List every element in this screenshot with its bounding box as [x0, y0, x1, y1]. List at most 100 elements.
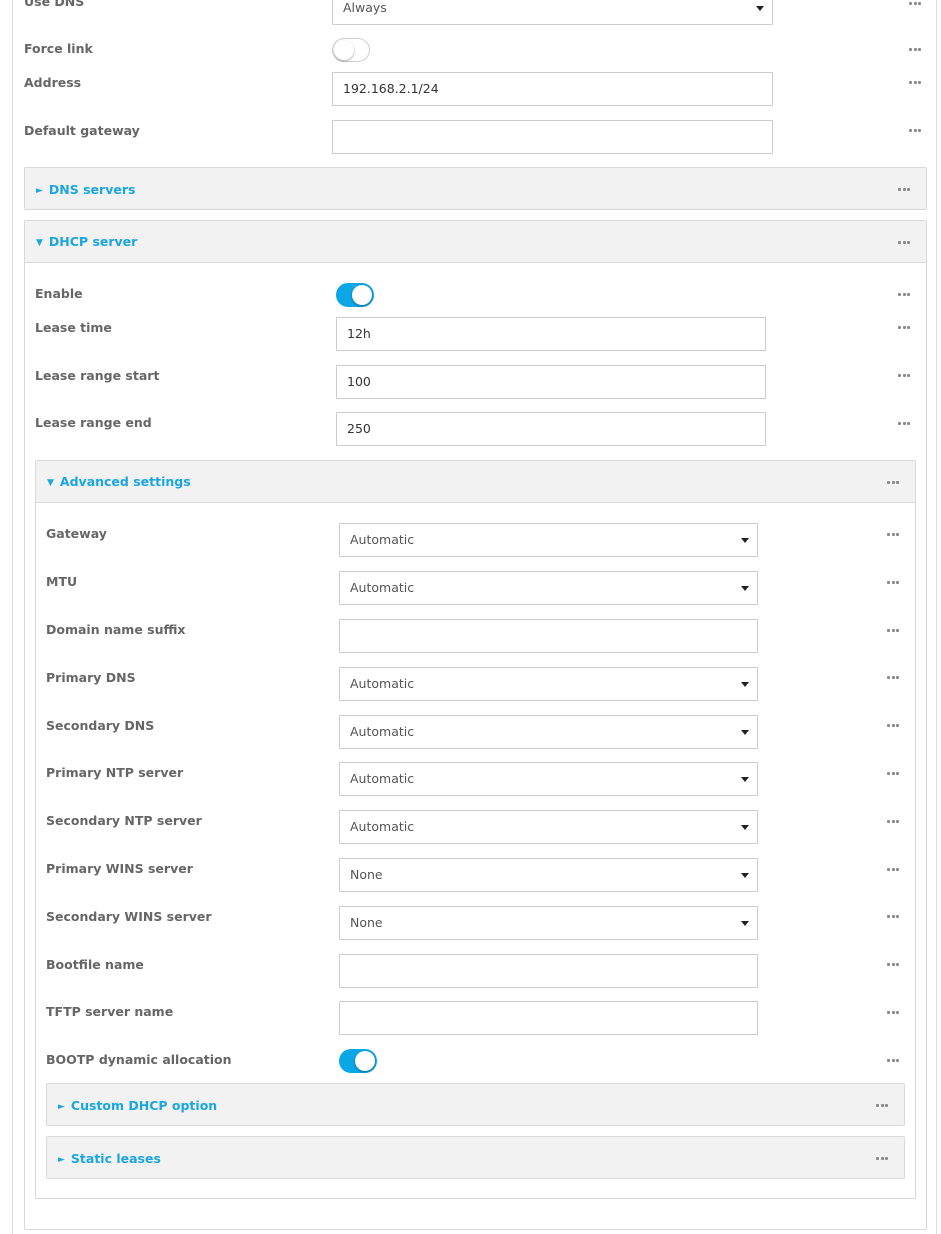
more-options-icon[interactable]	[887, 533, 899, 537]
force-link-toggle[interactable]	[332, 38, 370, 62]
more-options-icon[interactable]	[898, 188, 910, 192]
secondary-ntp-label: Secondary NTP server	[46, 813, 202, 828]
triangle-right-icon: ►	[58, 1102, 65, 1112]
toggle-knob	[334, 40, 354, 60]
custom-dhcp-option-panel: ► Custom DHCP option	[46, 1083, 905, 1126]
use-dns-value: Always	[343, 0, 387, 15]
gateway-value: Automatic	[350, 532, 415, 547]
more-options-icon[interactable]	[898, 293, 910, 297]
toggle-knob	[355, 1051, 375, 1071]
domain-name-suffix-label: Domain name suffix	[46, 622, 186, 637]
use-dns-label: Use DNS	[24, 0, 85, 9]
triangle-down-icon: ▼	[36, 238, 43, 248]
static-leases-header[interactable]: ► Static leases	[47, 1137, 904, 1178]
primary-ntp-label: Primary NTP server	[46, 765, 184, 780]
chevron-down-icon	[741, 873, 749, 878]
secondary-ntp-select[interactable]: Automatic	[339, 810, 758, 844]
more-options-icon[interactable]	[887, 724, 899, 728]
more-options-icon[interactable]	[876, 1157, 888, 1161]
primary-wins-label: Primary WINS server	[46, 861, 193, 876]
dns-servers-panel: ► DNS servers	[24, 167, 927, 210]
primary-ntp-select[interactable]: Automatic	[339, 762, 758, 796]
bootfile-name-input[interactable]	[339, 954, 758, 988]
secondary-wins-value: None	[350, 915, 383, 930]
chevron-down-icon	[741, 586, 749, 591]
more-options-icon[interactable]	[909, 81, 921, 85]
custom-dhcp-option-header[interactable]: ► Custom DHCP option	[47, 1084, 904, 1125]
gateway-select[interactable]: Automatic	[339, 523, 758, 557]
primary-dns-select[interactable]: Automatic	[339, 667, 758, 701]
secondary-wins-label: Secondary WINS server	[46, 909, 212, 924]
more-options-icon[interactable]	[887, 963, 899, 967]
mtu-select[interactable]: Automatic	[339, 571, 758, 605]
chevron-down-icon	[756, 6, 764, 11]
bootp-toggle[interactable]	[339, 1049, 377, 1073]
lease-time-input[interactable]: 12h	[336, 317, 766, 351]
more-options-icon[interactable]	[887, 1059, 899, 1063]
secondary-dns-label: Secondary DNS	[46, 718, 155, 733]
dhcp-server-header[interactable]: ▼ DHCP server	[25, 221, 926, 263]
lease-time-value: 12h	[347, 326, 371, 341]
chevron-down-icon	[741, 730, 749, 735]
triangle-right-icon: ►	[36, 186, 43, 196]
address-value: 192.168.2.1/24	[343, 81, 439, 96]
enable-label: Enable	[35, 286, 83, 301]
address-input[interactable]: 192.168.2.1/24	[332, 72, 773, 106]
lease-range-end-input[interactable]: 250	[336, 412, 766, 446]
toggle-knob	[352, 285, 372, 305]
mtu-value: Automatic	[350, 580, 415, 595]
more-options-icon[interactable]	[887, 481, 899, 485]
secondary-dns-value: Automatic	[350, 724, 415, 739]
more-options-icon[interactable]	[887, 581, 899, 585]
default-gateway-input[interactable]	[332, 120, 773, 154]
more-options-icon[interactable]	[898, 422, 910, 426]
more-options-icon[interactable]	[887, 868, 899, 872]
triangle-down-icon: ▼	[47, 478, 54, 488]
lease-range-start-value: 100	[347, 374, 371, 389]
more-options-icon[interactable]	[887, 772, 899, 776]
dns-servers-title: DNS servers	[48, 182, 136, 197]
address-label: Address	[24, 75, 82, 90]
lease-range-start-label: Lease range start	[35, 368, 160, 383]
static-leases-title: Static leases	[70, 1151, 161, 1166]
dhcp-server-title: DHCP server	[48, 234, 138, 249]
primary-wins-value: None	[350, 867, 383, 882]
lease-range-start-input[interactable]: 100	[336, 365, 766, 399]
more-options-icon[interactable]	[887, 820, 899, 824]
gateway-label: Gateway	[46, 526, 107, 541]
more-options-icon[interactable]	[876, 1104, 888, 1108]
chevron-down-icon	[741, 825, 749, 830]
use-dns-select[interactable]: Always	[332, 0, 773, 25]
lease-time-label: Lease time	[35, 320, 112, 335]
primary-wins-select[interactable]: None	[339, 858, 758, 892]
mtu-label: MTU	[46, 574, 78, 589]
chevron-down-icon	[741, 538, 749, 543]
tftp-server-name-label: TFTP server name	[46, 1004, 174, 1019]
more-options-icon[interactable]	[898, 326, 910, 330]
chevron-down-icon	[741, 682, 749, 687]
primary-dns-value: Automatic	[350, 676, 415, 691]
chevron-down-icon	[741, 921, 749, 926]
more-options-icon[interactable]	[909, 48, 921, 52]
advanced-settings-title: Advanced settings	[59, 474, 191, 489]
primary-ntp-value: Automatic	[350, 771, 415, 786]
secondary-wins-select[interactable]: None	[339, 906, 758, 940]
more-options-icon[interactable]	[887, 629, 899, 633]
more-options-icon[interactable]	[887, 915, 899, 919]
more-options-icon[interactable]	[898, 241, 910, 245]
static-leases-panel: ► Static leases	[46, 1136, 905, 1179]
secondary-ntp-value: Automatic	[350, 819, 415, 834]
more-options-icon[interactable]	[898, 374, 910, 378]
more-options-icon[interactable]	[887, 1011, 899, 1015]
more-options-icon[interactable]	[909, 129, 921, 133]
secondary-dns-select[interactable]: Automatic	[339, 715, 758, 749]
dhcp-enable-toggle[interactable]	[336, 283, 374, 307]
dns-servers-header[interactable]: ► DNS servers	[25, 168, 926, 209]
more-options-icon[interactable]	[887, 676, 899, 680]
triangle-right-icon: ►	[58, 1155, 65, 1165]
tftp-server-name-input[interactable]	[339, 1001, 758, 1035]
advanced-settings-header[interactable]: ▼ Advanced settings	[36, 461, 915, 503]
domain-name-suffix-input[interactable]	[339, 619, 758, 653]
more-options-icon[interactable]	[909, 2, 921, 6]
chevron-down-icon	[741, 777, 749, 782]
